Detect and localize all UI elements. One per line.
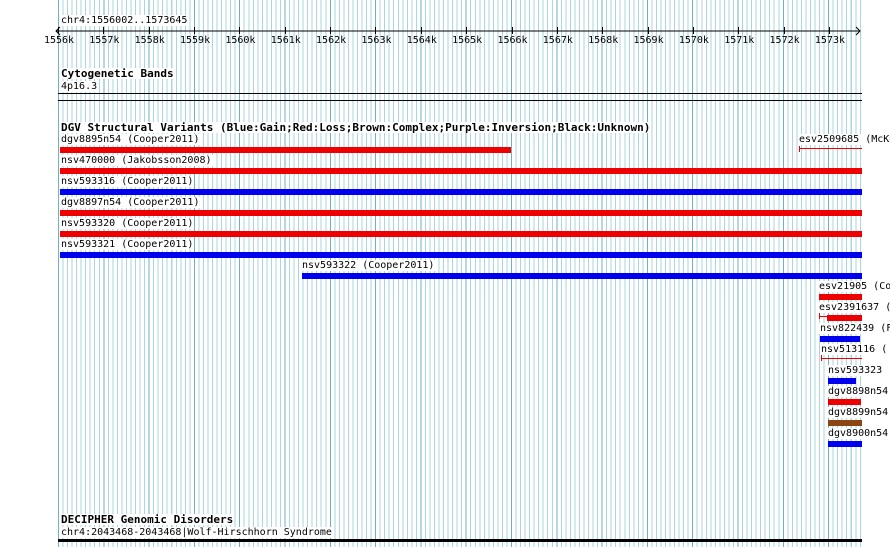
ruler-tick	[330, 27, 332, 34]
ruler-tick	[647, 27, 649, 34]
cytoband-label: 4p16.3	[60, 81, 99, 92]
ruler-tick	[783, 27, 785, 34]
variant-bar-gain[interactable]	[60, 189, 862, 195]
ruler-tick	[284, 27, 286, 34]
ruler-tick	[58, 27, 59, 34]
ruler-tick-label: 1564k	[406, 35, 437, 46]
variant-bar-gain[interactable]	[60, 252, 862, 258]
variant-bar-loss[interactable]	[821, 358, 862, 359]
variant-bar-tick	[819, 313, 820, 319]
ruler-tick-label: 1570k	[678, 35, 709, 46]
variant-label: dgv8897n54 (Cooper2011)	[60, 197, 201, 208]
variant-label: nsv513116 (	[820, 344, 889, 355]
cytoband-track-title[interactable]: Cytogenetic Bands	[60, 68, 175, 79]
decipher-track-title[interactable]: DECIPHER Genomic Disorders	[60, 514, 235, 525]
variant-label: nsv593321 (Cooper2011)	[60, 239, 195, 250]
variant-bar-gain[interactable]	[302, 273, 862, 279]
ruler-tick	[738, 27, 740, 34]
ruler-tick-label: 1557k	[89, 35, 120, 46]
ruler-tick-label: 1567k	[542, 35, 573, 46]
variant-label: dgv8899n54	[827, 407, 890, 418]
variant-bar-loss[interactable]	[819, 294, 862, 300]
ruler-tick-label: 1571k	[724, 35, 755, 46]
variant-bar-complex[interactable]	[828, 420, 862, 426]
ruler-tick-label: 1568k	[588, 35, 619, 46]
ruler-tick	[148, 27, 150, 34]
variant-label: nsv822439 (F	[819, 323, 890, 334]
variant-label: nsv470000 (Jakobsson2008)	[60, 155, 213, 166]
variant-bar-loss[interactable]	[60, 168, 862, 174]
ruler-tick-label: 1572k	[769, 35, 800, 46]
ruler-tick	[466, 27, 468, 34]
ruler-tick	[556, 27, 558, 34]
variant-bar-loss[interactable]	[828, 399, 861, 405]
track-view: chr4:1556002..1573645 1556k 1557k 1558k 155…	[0, 0, 890, 547]
ruler-tick	[692, 27, 694, 34]
ruler-tick	[194, 27, 196, 34]
variant-bar-tick	[799, 146, 800, 152]
ruler-tick-label: 1556k	[43, 35, 75, 46]
variant-bar-gain[interactable]	[820, 336, 860, 342]
variant-label: esv2391637 (	[818, 302, 890, 313]
ruler-tick-label: 1569k	[633, 35, 664, 46]
variant-bar-loss[interactable]	[60, 210, 862, 216]
track-separator	[58, 100, 862, 101]
variant-label: nsv593323 (	[827, 365, 890, 376]
variant-bar-loss[interactable]	[799, 148, 862, 149]
variant-label: nsv593316 (Cooper2011)	[60, 176, 195, 187]
variant-label: esv21905 (Co	[818, 281, 890, 292]
variant-label: dgv8900n54	[827, 428, 890, 439]
ruler-tick-label: 1573k	[814, 35, 845, 46]
ruler-tick	[511, 27, 513, 34]
ruler-tick-label: 1562k	[316, 35, 347, 46]
cytoband-bar[interactable]	[58, 93, 862, 94]
decipher-entry-bar[interactable]	[58, 539, 862, 542]
variant-bar-gain[interactable]	[828, 441, 862, 447]
ruler-tick	[420, 27, 422, 34]
variant-bar-loss[interactable]	[827, 315, 862, 321]
ruler-tick	[239, 27, 241, 34]
ruler-tick-label: 1563k	[361, 35, 392, 46]
dgv-track-title[interactable]: DGV Structural Variants (Blue:Gain;Red:L…	[60, 122, 652, 133]
variant-label: esv2509685 (McKe	[798, 134, 890, 145]
variant-label: nsv593322 (Cooper2011)	[301, 260, 436, 271]
ruler-tick-label: 1559k	[179, 35, 211, 46]
ruler-tick-label: 1558k	[134, 35, 165, 46]
variant-label: dgv8895n54 (Cooper2011)	[60, 134, 201, 145]
decipher-entry-label: chr4:2043468-2043468|Wolf-Hirschhorn Syn…	[60, 527, 333, 538]
ruler-tick	[602, 27, 604, 34]
ruler-tick	[828, 27, 830, 34]
ruler-tick	[103, 27, 105, 34]
variant-bar-loss[interactable]	[819, 316, 827, 317]
variant-bar-gain[interactable]	[828, 378, 856, 384]
ruler-tick-label: 1566k	[497, 35, 528, 46]
variant-bar-tick	[821, 355, 822, 361]
variant-bar-loss[interactable]	[60, 231, 862, 237]
ruler-tick-label: 1565k	[452, 35, 483, 46]
variant-bar-loss[interactable]	[60, 147, 511, 153]
variant-label: nsv593320 (Cooper2011)	[60, 218, 195, 229]
ruler-tick	[375, 27, 377, 34]
ruler-tick-label: 1561k	[270, 35, 301, 46]
variant-label: dgv8898n54	[827, 386, 890, 397]
ruler-tick-label: 1560k	[225, 35, 256, 46]
ruler-position-label: chr4:1556002..1573645	[60, 15, 189, 26]
